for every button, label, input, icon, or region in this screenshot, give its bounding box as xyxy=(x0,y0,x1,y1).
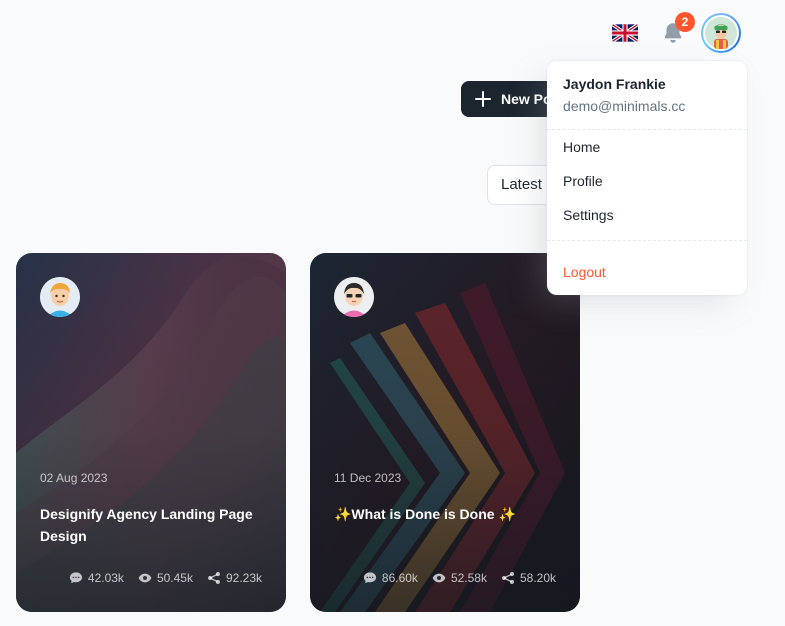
post-date: 02 Aug 2023 xyxy=(40,471,108,485)
shares-count: 58.20k xyxy=(519,571,556,585)
shares-count: 92.23k xyxy=(225,571,262,585)
menu-item-home[interactable]: Home xyxy=(555,132,739,162)
views-count: 52.58k xyxy=(450,571,487,585)
comment-icon xyxy=(363,572,377,584)
comments-count: 86.60k xyxy=(381,571,418,585)
divider xyxy=(547,129,747,130)
uk-flag-icon[interactable] xyxy=(612,23,638,43)
author-avatar[interactable] xyxy=(334,277,374,317)
post-title[interactable]: ✨What is Done is Done ✨ xyxy=(334,503,556,525)
avatar xyxy=(703,15,739,51)
post-stats: 86.60k 52.58k 58.20k xyxy=(363,571,556,585)
menu-item-settings[interactable]: Settings xyxy=(555,200,739,230)
post-card[interactable]: 11 Dec 2023 ✨What is Done is Done ✨ 86.6… xyxy=(310,253,580,612)
post-date: 11 Dec 2023 xyxy=(334,471,402,485)
comments-count: 42.03k xyxy=(87,571,124,585)
post-card[interactable]: 02 Aug 2023 Designify Agency Landing Pag… xyxy=(16,253,286,612)
header: 2 xyxy=(0,0,785,66)
account-popover: Jaydon Frankie demo@minimals.cc Home Pro… xyxy=(547,61,747,295)
views-count: 50.45k xyxy=(156,571,193,585)
post-title[interactable]: Designify Agency Landing Page Design xyxy=(40,503,262,547)
logout-button[interactable]: Logout xyxy=(555,257,739,287)
notification-badge: 2 xyxy=(675,12,695,32)
plus-icon xyxy=(475,91,491,107)
sort-value: Latest xyxy=(501,176,542,193)
share-icon xyxy=(208,572,220,584)
divider xyxy=(547,240,747,241)
author-avatar[interactable] xyxy=(40,277,80,317)
comment-icon xyxy=(69,572,83,584)
menu-item-profile[interactable]: Profile xyxy=(555,166,739,196)
eye-icon xyxy=(138,573,152,583)
account-name: Jaydon Frankie xyxy=(563,76,666,92)
account-avatar-button[interactable] xyxy=(701,13,741,53)
share-icon xyxy=(502,572,514,584)
eye-icon xyxy=(432,573,446,583)
account-email: demo@minimals.cc xyxy=(563,98,686,114)
post-stats: 42.03k 50.45k 92.23k xyxy=(69,571,262,585)
